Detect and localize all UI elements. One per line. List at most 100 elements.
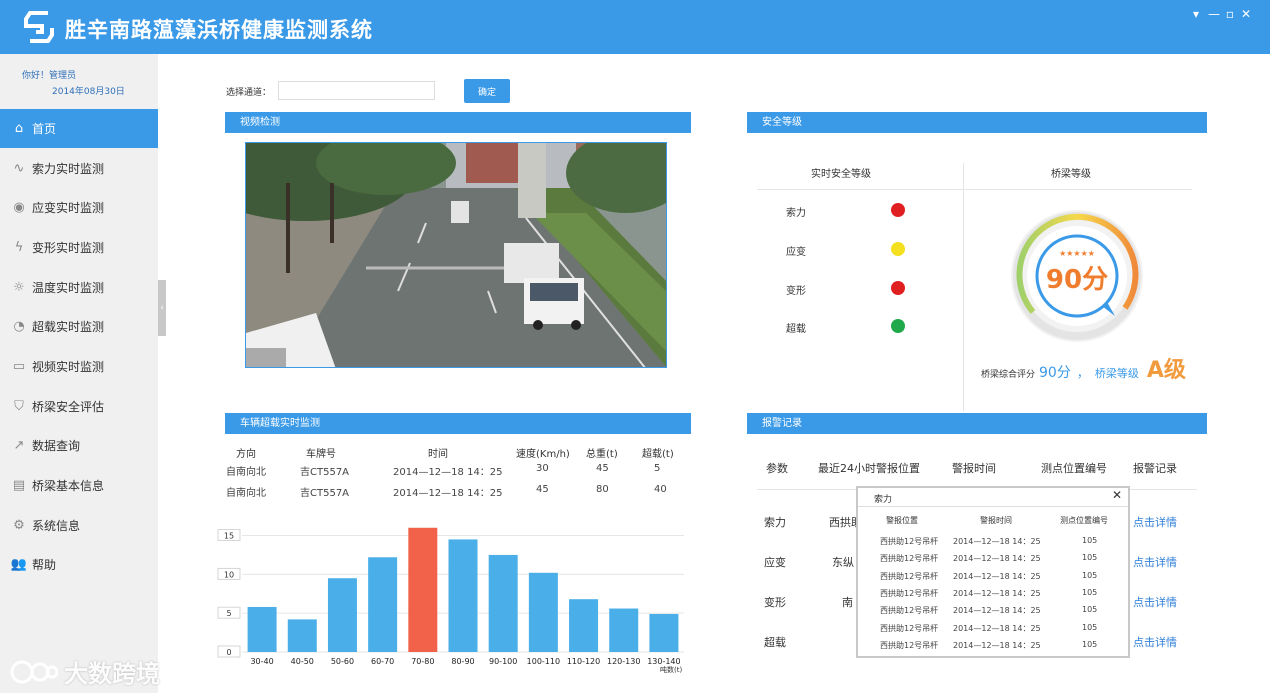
alarm-param: 超载 — [764, 636, 786, 649]
popup-title: 索力 — [874, 495, 893, 505]
safety-param-label: 应变 — [786, 247, 806, 258]
status-indicator — [891, 242, 905, 256]
popup-cell: 西拱助12号吊杆 — [880, 623, 939, 633]
app-title: 胜辛南路蕰藻浜桥健康监测系统 — [65, 18, 373, 42]
safety-param-label: 索力 — [786, 208, 806, 219]
alarm-param: 变形 — [764, 596, 786, 609]
popup-cell: 2014—12—18 14：25 — [953, 640, 1041, 650]
alarm-param: 应变 — [764, 556, 786, 569]
sidebar-item-1[interactable]: ∿ 索力实时监测 — [0, 149, 158, 188]
sidebar-item-label: 超载实时监测 — [32, 320, 105, 334]
safety-column-divider — [963, 163, 964, 411]
bar-70-80 — [408, 527, 438, 652]
minimize-button[interactable]: ▾ — [1188, 6, 1204, 22]
overload-cell: 40 — [654, 484, 667, 495]
popup-cell: 西拱助12号吊杆 — [880, 640, 939, 650]
eye-icon: ◉ — [13, 200, 25, 215]
sidebar-item-label: 索力实时监测 — [32, 162, 105, 176]
popup-cell: 105 — [1082, 622, 1098, 632]
sidebar-item-0[interactable]: ⌂ 首页 — [0, 109, 158, 148]
restore-button[interactable]: ▫ — [1222, 6, 1238, 22]
alarm-column-header: 测点位置编号 — [1041, 462, 1107, 475]
popup-cell: 西拱助12号吊杆 — [880, 588, 939, 598]
alarm-detail-link[interactable]: 点击详情 — [1133, 594, 1177, 610]
sidebar-item-6[interactable]: ▭ 视频实时监测 — [0, 347, 158, 386]
x-tick-label: 50-60 — [331, 657, 354, 666]
status-indicator — [891, 203, 905, 217]
alarm-column-header: 最近24小时警报位置 — [818, 462, 920, 475]
x-axis-label: 吨数(t) — [660, 665, 682, 674]
sidebar-item-label: 首页 — [32, 122, 57, 136]
overload-column-header: 车牌号 — [306, 449, 336, 460]
close-button[interactable]: ✕ — [1238, 6, 1254, 22]
greeting-text: 你好！管理员 — [22, 71, 77, 81]
overload-cell: 2014—12—18 14：25 — [393, 488, 503, 499]
popup-cell: 105 — [1082, 536, 1098, 545]
watermark: 大数跨境 — [10, 654, 160, 689]
overload-panel-header: 车辆超载实时监测 — [225, 413, 691, 434]
x-tick-label: 120-130 — [607, 657, 640, 666]
popup-cell: 西拱助12号吊杆 — [880, 571, 939, 581]
sidebar-item-label: 温度实时监测 — [32, 281, 105, 295]
sidebar-item-11[interactable]: 👥 帮助 — [0, 545, 158, 584]
popup-cell: 2014—12—18 14：25 — [953, 606, 1041, 616]
overload-cell: 5 — [654, 463, 661, 474]
minus-button[interactable]: — — [1206, 6, 1222, 22]
popup-cell: 2014—12—18 14：25 — [953, 588, 1041, 598]
x-tick-label: 30-40 — [250, 657, 273, 666]
y-tick-label: 5 — [226, 609, 231, 618]
sidebar-item-10[interactable]: ⚙ 系统信息 — [0, 506, 158, 545]
score-summary: 桥梁综合评分 90分 ， 桥梁等级 A级 — [981, 352, 1186, 384]
popup-divider — [858, 506, 1128, 507]
alarm-location: 南 — [842, 596, 853, 609]
watermark-text: 大数跨境 — [64, 660, 160, 688]
chart-line-icon: ↗ — [13, 438, 25, 453]
y-tick-label: 10 — [224, 570, 234, 579]
current-date: 2014年08月30日 — [52, 87, 125, 97]
overload-cell: 45 — [536, 484, 549, 495]
alarm-detail-link[interactable]: 点击详情 — [1133, 634, 1177, 650]
bar-50-60 — [327, 578, 357, 652]
sidebar-item-4[interactable]: ☼ 温度实时监测 — [0, 268, 158, 307]
bar-40-50 — [287, 619, 317, 652]
sidebar-item-2[interactable]: ◉ 应变实时监测 — [0, 188, 158, 227]
alarm-column-header: 警报时间 — [952, 462, 996, 475]
overload-cell: 80 — [596, 484, 609, 495]
popup-close-button[interactable]: ✕ — [1112, 488, 1122, 502]
overload-column-header: 方向 — [236, 449, 256, 460]
bar-100-110 — [528, 572, 558, 652]
summary-score: 90分 — [1039, 365, 1071, 381]
confirm-button[interactable]: 确定 — [464, 79, 510, 103]
overload-cell: 2014—12—18 14：25 — [393, 467, 503, 478]
x-tick-label: 90-100 — [489, 657, 517, 666]
alarm-column-header: 参数 — [766, 462, 788, 475]
alarm-detail-link[interactable]: 点击详情 — [1133, 554, 1177, 570]
sidebar-item-9[interactable]: ▤ 桥梁基本信息 — [0, 466, 158, 505]
overload-cell: 30 — [536, 463, 549, 474]
bridge-grade: A级 — [1146, 358, 1186, 383]
bar-60-70 — [368, 557, 398, 652]
sidebar-item-3[interactable]: ϟ 变形实时监测 — [0, 228, 158, 267]
video-feed[interactable] — [245, 142, 667, 368]
gauge-icon: ◔ — [13, 319, 25, 334]
app-logo-icon — [24, 11, 54, 43]
safety-param-label: 超载 — [786, 324, 806, 335]
sidebar-item-8[interactable]: ↗ 数据查询 — [0, 426, 158, 465]
popup-cell: 2014—12—18 14：25 — [953, 554, 1041, 564]
score-gauge: ★★★★★ 90分 — [1011, 210, 1143, 342]
sidebar-item-7[interactable]: ⛉ 桥梁安全评估 — [0, 387, 158, 426]
popup-cell: 2014—12—18 14：25 — [953, 571, 1041, 581]
sidebar-item-label: 桥梁安全评估 — [32, 400, 105, 414]
sidebar-item-label: 数据查询 — [32, 439, 81, 453]
sidebar-item-5[interactable]: ◔ 超载实时监测 — [0, 307, 158, 346]
alarm-detail-link[interactable]: 点击详情 — [1133, 514, 1177, 530]
sidebar-collapse-handle[interactable]: ‹ — [158, 280, 166, 336]
channel-input[interactable] — [278, 81, 435, 100]
y-tick-label: 0 — [226, 648, 231, 657]
video-panel-header: 视频检测 — [225, 112, 691, 133]
tonnage-bar-chart: 0 5 10 15 30-40 40-50 50-60 60-70 70-80 80-90 90-1… — [217, 527, 684, 674]
safety-panel-header: 安全等级 — [747, 112, 1207, 133]
x-tick-label: 110-120 — [567, 657, 600, 666]
document-icon: ▤ — [12, 478, 26, 493]
realtime-safety-header: 实时安全等级 — [811, 169, 871, 180]
